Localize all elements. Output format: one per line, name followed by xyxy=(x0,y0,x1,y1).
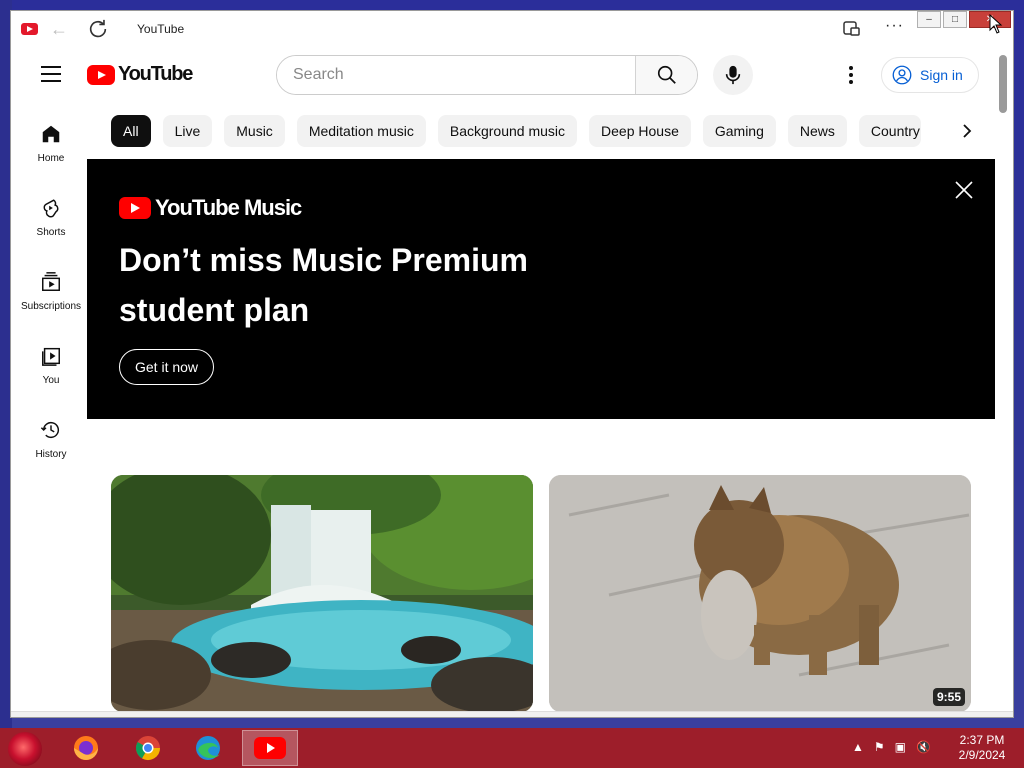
account-icon xyxy=(892,65,912,85)
chip-deep-house[interactable]: Deep House xyxy=(589,115,691,147)
sign-in-label: Sign in xyxy=(920,67,963,83)
clock[interactable]: 2:37 PM 2/9/2024 xyxy=(952,733,1012,763)
you-icon xyxy=(42,347,60,366)
shorts-icon xyxy=(43,199,59,218)
sidebar-item-label: Shorts xyxy=(36,227,66,238)
back-arrow-icon[interactable]: ← xyxy=(49,19,69,39)
search-input[interactable] xyxy=(277,56,635,94)
youtube-music-logo-text: YouTube Music xyxy=(155,195,302,220)
action-center-flag-icon[interactable]: ⚑ xyxy=(874,740,885,754)
show-hidden-icons-icon[interactable]: ▲ xyxy=(852,740,864,754)
firefox-taskbar-icon[interactable] xyxy=(58,730,114,766)
search-button[interactable] xyxy=(635,56,697,94)
more-options-icon[interactable]: ··· xyxy=(885,17,904,35)
maximize-button[interactable]: □ xyxy=(943,11,967,28)
home-icon xyxy=(42,125,60,143)
taskbar: ▲ ⚑ ▣ 🔇 2:37 PM 2/9/2024 xyxy=(0,728,1024,768)
get-it-now-button[interactable]: Get it now xyxy=(119,349,215,385)
youtube-play-icon xyxy=(87,64,115,85)
chip-all[interactable]: All xyxy=(111,115,151,147)
browser-window: ← YouTube ··· – □ ✕ YouTube Sign in xyxy=(10,10,1014,718)
minimize-button[interactable]: – xyxy=(917,11,941,28)
subscriptions-icon xyxy=(42,272,60,291)
app-available-icon[interactable] xyxy=(843,21,861,37)
edge-taskbar-icon[interactable] xyxy=(180,730,236,766)
sidebar-item-you[interactable]: You xyxy=(11,333,91,407)
chip-gaming[interactable]: Gaming xyxy=(702,115,776,147)
chip-music[interactable]: Music xyxy=(224,115,285,147)
vertical-scrollbar[interactable] xyxy=(995,49,1013,717)
logo-text: YouTube xyxy=(118,63,193,85)
sidebar-item-label: Home xyxy=(37,153,65,164)
volume-muted-icon[interactable]: 🔇 xyxy=(916,740,931,754)
title-bar: ← YouTube ··· – □ ✕ xyxy=(11,11,1013,49)
horizontal-scrollbar[interactable] xyxy=(11,711,1013,717)
chevron-right-icon[interactable] xyxy=(955,115,979,147)
banner-headline: Don’t miss Music Premium student plan xyxy=(119,242,528,328)
reload-icon[interactable] xyxy=(87,18,109,40)
search-box xyxy=(276,55,698,95)
video-thumbnail-cat[interactable]: 9:55 xyxy=(549,475,971,712)
sidebar-item-subscriptions[interactable]: Subscriptions xyxy=(11,259,91,333)
sidebar-item-label: You xyxy=(42,375,60,386)
clock-time: 2:37 PM xyxy=(959,733,1005,747)
youtube-logo[interactable]: YouTube xyxy=(87,63,193,86)
chip-news[interactable]: News xyxy=(787,115,847,147)
window-title: YouTube xyxy=(137,22,185,36)
sidebar-item-home[interactable]: Home xyxy=(11,111,91,185)
system-tray: ▲ ⚑ ▣ 🔇 xyxy=(852,740,931,754)
history-icon xyxy=(40,421,60,438)
search-icon xyxy=(657,65,676,84)
sign-in-button[interactable]: Sign in xyxy=(881,57,979,93)
hamburger-menu-icon[interactable] xyxy=(41,66,61,82)
settings-menu-icon[interactable] xyxy=(841,63,861,87)
microphone-icon xyxy=(725,65,741,85)
youtube-music-play-icon xyxy=(119,197,151,219)
sidebar-item-label: History xyxy=(35,449,67,460)
youtube-taskbar-icon[interactable] xyxy=(242,730,298,766)
chip-background-music[interactable]: Background music xyxy=(437,115,578,147)
network-icon[interactable]: ▣ xyxy=(895,740,906,754)
chip-live[interactable]: Live xyxy=(162,115,213,147)
start-button[interactable] xyxy=(8,732,42,766)
youtube-app-icon xyxy=(21,23,38,35)
chip-country[interactable]: Country xyxy=(858,115,921,147)
chip-meditation-music[interactable]: Meditation music xyxy=(296,115,426,147)
sidebar: Home Shorts Subscriptions You History xyxy=(11,111,91,481)
video-duration: 9:55 xyxy=(932,688,965,706)
sidebar-item-shorts[interactable]: Shorts xyxy=(11,185,91,259)
youtube-music-logo: YouTube Music xyxy=(119,195,302,221)
sidebar-item-history[interactable]: History xyxy=(11,407,91,481)
clock-date: 2/9/2024 xyxy=(958,748,1006,762)
sidebar-item-label: Subscriptions xyxy=(20,301,82,312)
scrollbar-thumb[interactable] xyxy=(999,55,1007,113)
voice-search-button[interactable] xyxy=(713,55,753,95)
chrome-taskbar-icon[interactable] xyxy=(120,730,176,766)
close-icon[interactable] xyxy=(953,179,975,201)
mouse-cursor-icon xyxy=(989,14,1003,34)
video-thumbnail-waterfall[interactable] xyxy=(111,475,533,712)
filter-chips: All Live Music Meditation music Backgrou… xyxy=(111,115,933,147)
premium-banner: YouTube Music Don’t miss Music Premium s… xyxy=(87,159,995,419)
